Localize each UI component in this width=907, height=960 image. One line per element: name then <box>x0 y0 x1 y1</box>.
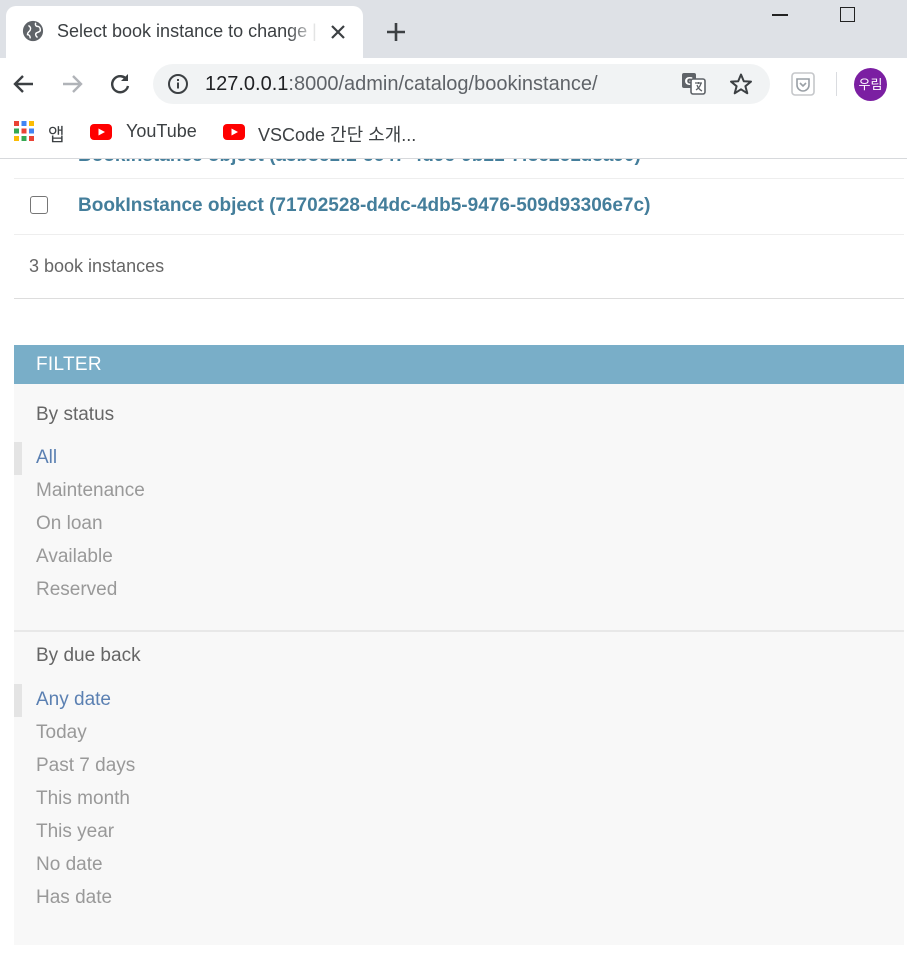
profile-avatar[interactable]: 우림 <box>854 68 887 101</box>
filter-option-label[interactable]: No date <box>36 854 103 876</box>
bookmark-youtube[interactable]: YouTube <box>126 121 197 142</box>
filter-option-maintenance[interactable]: Maintenance <box>14 475 904 508</box>
filter-option-past-7-days[interactable]: Past 7 days <box>14 750 904 783</box>
filter-option-available[interactable]: Available <box>14 541 904 574</box>
translate-icon[interactable]: G <box>681 72 707 96</box>
filter-option-label[interactable]: Past 7 days <box>36 755 135 777</box>
back-arrow-icon[interactable] <box>11 71 37 97</box>
filter-option-label[interactable]: Has date <box>36 887 112 909</box>
filter-option-label[interactable]: This year <box>36 821 114 843</box>
minimize-icon[interactable] <box>772 14 788 16</box>
browser-toolbar: 127.0.0.1:8000/admin/catalog/bookinstanc… <box>0 58 907 110</box>
filter-option-any-date[interactable]: Any date <box>14 684 904 717</box>
star-icon[interactable] <box>729 72 753 96</box>
youtube-icon <box>90 124 112 140</box>
filter-title: FILTER <box>36 354 102 375</box>
filter-option-label[interactable]: Available <box>36 546 113 568</box>
filter-panel: FILTER By status All Maintenance On loan… <box>14 345 904 945</box>
address-bar[interactable]: 127.0.0.1:8000/admin/catalog/bookinstanc… <box>153 64 770 104</box>
selected-marker <box>14 684 22 717</box>
table-row: BookInstance object (a3b8e1f2-5c47-4d9e-… <box>14 159 904 179</box>
page-content: BookInstance object (a3b8e1f2-5c47-4d9e-… <box>0 159 907 960</box>
row-checkbox[interactable] <box>30 196 48 214</box>
result-count: 3 book instances <box>29 256 165 276</box>
apps-grid-icon[interactable] <box>14 121 34 141</box>
browser-tab[interactable]: Select book instance to change | Django … <box>6 6 363 58</box>
new-tab-icon[interactable] <box>384 20 408 44</box>
maximize-icon[interactable] <box>840 7 855 22</box>
filter-option-today[interactable]: Today <box>14 717 904 750</box>
forward-arrow-icon[interactable] <box>59 71 85 97</box>
paginator: 3 book instances <box>14 236 904 299</box>
filter-option-has-date[interactable]: Has date <box>14 882 904 915</box>
filter-heading-due-back: By due back <box>36 645 141 666</box>
tab-title: Select book instance to change | Django … <box>57 21 319 41</box>
filter-option-no-date[interactable]: No date <box>14 849 904 882</box>
filter-option-label[interactable]: Any date <box>36 689 111 711</box>
tab-strip: Select book instance to change | Django … <box>0 0 907 58</box>
filter-divider <box>14 630 904 632</box>
filter-option-on-loan[interactable]: On loan <box>14 508 904 541</box>
result-link[interactable]: BookInstance object (a3b8e1f2-5c47-4d9e-… <box>78 159 641 167</box>
close-icon[interactable] <box>328 22 348 42</box>
filter-option-label[interactable]: Reserved <box>36 579 117 601</box>
reload-icon[interactable] <box>107 71 133 97</box>
url-host: 127.0.0.1 <box>205 73 289 95</box>
url-text: 127.0.0.1:8000/admin/catalog/bookinstanc… <box>205 73 598 96</box>
globe-icon <box>22 20 44 42</box>
extension-icon[interactable] <box>790 71 816 97</box>
info-icon[interactable] <box>167 73 189 95</box>
bookmark-apps-label[interactable]: 앱 <box>48 121 65 147</box>
bookmarks-bar: 앱 YouTube VSCode 간단 소개... <box>0 110 907 158</box>
filter-option-all[interactable]: All <box>14 442 904 475</box>
table-row: BookInstance object (71702528-d4dc-4db5-… <box>14 180 904 235</box>
filter-option-reserved[interactable]: Reserved <box>14 574 904 607</box>
filter-option-label[interactable]: Maintenance <box>36 480 145 502</box>
bookmark-vscode[interactable]: VSCode 간단 소개... <box>258 121 416 147</box>
filter-option-this-year[interactable]: This year <box>14 816 904 849</box>
selected-marker <box>14 442 22 475</box>
youtube-icon <box>223 124 245 140</box>
filter-option-label[interactable]: This month <box>36 788 130 810</box>
url-path: :8000/admin/catalog/bookinstance/ <box>288 73 598 95</box>
result-link[interactable]: BookInstance object (71702528-d4dc-4db5-… <box>78 195 650 217</box>
filter-option-label[interactable]: Today <box>36 722 87 744</box>
filter-header: FILTER <box>14 345 904 384</box>
filter-option-this-month[interactable]: This month <box>14 783 904 816</box>
filter-option-label[interactable]: All <box>36 447 57 469</box>
filter-option-label[interactable]: On loan <box>36 513 103 535</box>
filter-heading-status: By status <box>36 404 115 425</box>
toolbar-divider <box>836 72 837 96</box>
